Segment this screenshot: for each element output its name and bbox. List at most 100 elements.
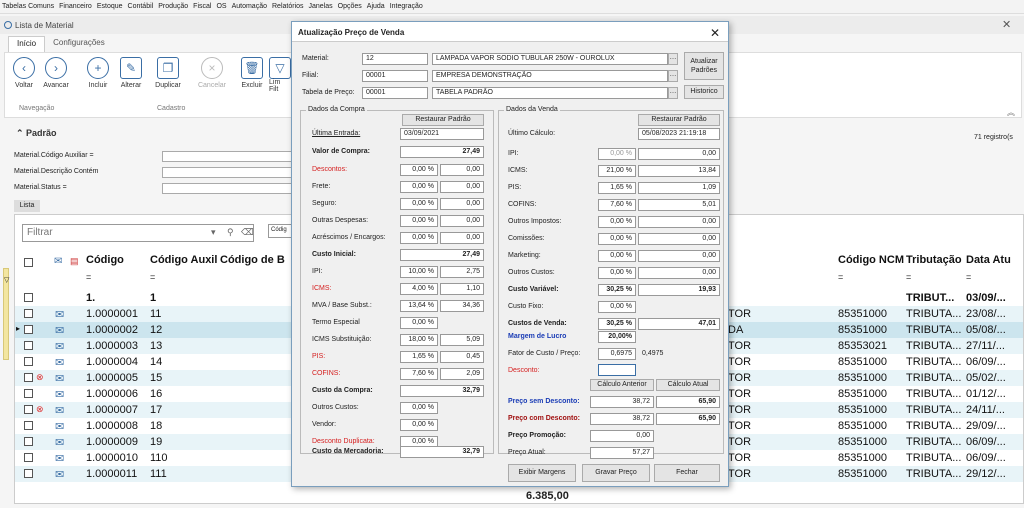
outras-despesas-value-input[interactable]: 0,00 <box>440 215 484 227</box>
icms-compra-pct-input[interactable]: 4,00 % <box>400 283 438 295</box>
comissoes-pct-input[interactable]: 0,00 % <box>598 233 636 245</box>
filter-input-status[interactable] <box>162 183 292 194</box>
filter-row-cell[interactable]: = <box>86 272 91 282</box>
mva-value-input[interactable]: 34,36 <box>440 300 484 312</box>
marketing-pct-input[interactable]: 0,00 % <box>598 250 636 262</box>
row-checkbox[interactable] <box>24 325 33 334</box>
icms-compra-value-input[interactable]: 1,10 <box>440 283 484 295</box>
outras-despesas-pct-input[interactable]: 0,00 % <box>400 215 438 227</box>
close-icon[interactable]: ✕ <box>710 26 720 40</box>
row-checkbox[interactable] <box>24 421 33 430</box>
menu-item[interactable]: Fiscal <box>193 3 211 10</box>
row-checkbox[interactable] <box>24 293 33 302</box>
clear-filter-icon[interactable]: ⌫ <box>241 227 254 238</box>
icms-st-pct-input[interactable]: 18,00 % <box>400 334 438 346</box>
valor-compra-input[interactable]: 27,49 <box>400 146 484 158</box>
row-checkbox[interactable] <box>24 309 33 318</box>
menu-item[interactable]: Estoque <box>97 3 123 10</box>
window-close-button[interactable]: ✕ <box>1002 18 1011 31</box>
preco-sem-desconto-atual[interactable]: 65,90 <box>656 396 720 408</box>
lookup-tabela-button[interactable]: … <box>668 87 678 99</box>
excluir-button[interactable]: 🗑 Excluir <box>235 57 269 89</box>
exibir-margens-button[interactable]: Exibir Margens <box>508 464 576 482</box>
acrescimos-value-input[interactable]: 0,00 <box>440 232 484 244</box>
alterar-button[interactable]: ✎ Alterar <box>114 57 148 89</box>
row-checkbox[interactable] <box>24 357 33 366</box>
column-header-ncm[interactable]: Código NCM <box>838 254 904 266</box>
tabela-code-input[interactable]: 00001 <box>362 87 428 99</box>
menu-item[interactable]: Produção <box>158 3 188 10</box>
atualizar-padroes-button[interactable]: Atualizar Padrões <box>684 52 724 80</box>
frete-pct-input[interactable]: 0,00 % <box>400 181 438 193</box>
mva-pct-input[interactable]: 13,64 % <box>400 300 438 312</box>
filter-row-cell[interactable]: = <box>150 272 155 282</box>
row-checkbox[interactable] <box>24 437 33 446</box>
margem-lucro-input[interactable]: 20,00% <box>598 331 636 343</box>
header-checkbox[interactable] <box>24 258 33 269</box>
row-checkbox[interactable] <box>24 469 33 478</box>
pis-venda-pct-input[interactable]: 1,65 % <box>598 182 636 194</box>
dropdown-icon[interactable]: ▾ <box>211 227 216 238</box>
filter-row-cell[interactable]: = <box>906 272 911 282</box>
menu-item[interactable]: Janelas <box>309 3 333 10</box>
pis-compra-pct-input[interactable]: 1,65 % <box>400 351 438 363</box>
column-header-tributacao[interactable]: Tributação <box>906 254 962 266</box>
menu-item[interactable]: Ajuda <box>367 3 385 10</box>
incluir-button[interactable]: + Incluir <box>81 57 115 89</box>
row-checkbox[interactable] <box>24 405 33 414</box>
column-header-codigo[interactable]: Código <box>86 254 124 266</box>
historico-button[interactable]: Historico <box>684 85 724 99</box>
filter-search-input[interactable]: Filtrar <box>22 224 254 242</box>
outros-impostos-pct-input[interactable]: 0,00 % <box>598 216 636 228</box>
ipi-compra-pct-input[interactable]: 10,00 % <box>400 266 438 278</box>
icms-venda-pct-input[interactable]: 21,00 % <box>598 165 636 177</box>
outros-custos-compra-pct-input[interactable]: 0,00 % <box>400 402 438 414</box>
row-checkbox[interactable] <box>24 341 33 350</box>
pis-compra-value-input[interactable]: 0,45 <box>440 351 484 363</box>
cofins-venda-pct-input[interactable]: 7,60 % <box>598 199 636 211</box>
descontos-value-input[interactable]: 0,00 <box>440 164 484 176</box>
icms-st-value-input[interactable]: 5,09 <box>440 334 484 346</box>
restaurar-padrao-compra-button[interactable]: Restaurar Padrão <box>402 114 484 126</box>
filter-input-codigo-auxiliar[interactable] <box>162 151 292 162</box>
avancar-button[interactable]: › Avancar <box>39 57 73 89</box>
menu-item[interactable]: Contábil <box>128 3 154 10</box>
tab-configuracoes[interactable]: Configurações <box>45 36 113 52</box>
menu-item[interactable]: Tabelas Comuns <box>2 3 54 10</box>
preco-com-desconto-atual[interactable]: 65,90 <box>656 413 720 425</box>
menu-item[interactable]: OS <box>216 3 226 10</box>
ipi-compra-value-input[interactable]: 2,75 <box>440 266 484 278</box>
descontos-pct-input[interactable]: 0,00 % <box>400 164 438 176</box>
filter-row-cell[interactable]: = <box>838 272 843 282</box>
desconto-venda-input[interactable] <box>598 364 636 376</box>
filter-input-descricao[interactable] <box>162 167 292 178</box>
restaurar-padrao-venda-button[interactable]: Restaurar Padrão <box>638 114 720 126</box>
fechar-button[interactable]: Fechar <box>654 464 720 482</box>
section-title[interactable]: ⌃ Padrão <box>16 128 57 139</box>
seguro-pct-input[interactable]: 0,00 % <box>400 198 438 210</box>
menu-item[interactable]: Integração <box>390 3 423 10</box>
filial-code-input[interactable]: 00001 <box>362 70 428 82</box>
seguro-value-input[interactable]: 0,00 <box>440 198 484 210</box>
tab-lista[interactable]: Lista <box>14 200 40 212</box>
cofins-compra-value-input[interactable]: 2,09 <box>440 368 484 380</box>
column-chip-codigo[interactable]: Códig <box>268 224 292 238</box>
vendor-pct-input[interactable]: 0,00 % <box>400 419 438 431</box>
row-checkbox[interactable] <box>24 389 33 398</box>
ultima-entrada-label[interactable]: Última Entrada: <box>312 130 360 137</box>
duplicar-button[interactable]: ❐ Duplicar <box>151 57 185 89</box>
menu-item[interactable]: Financeiro <box>59 3 92 10</box>
custo-fixo-pct-input[interactable]: 0,00 % <box>598 301 636 313</box>
termo-especial-pct-input[interactable]: 0,00 % <box>400 317 438 329</box>
outros-custos-venda-pct-input[interactable]: 0,00 % <box>598 267 636 279</box>
menu-item[interactable]: Relatórios <box>272 3 304 10</box>
lookup-material-button[interactable]: … <box>668 53 678 65</box>
cancelar-button[interactable]: × Cancelar <box>195 57 229 89</box>
column-header-codigo-barras[interactable]: Código de B <box>220 254 285 266</box>
tab-inicio[interactable]: Início <box>8 36 46 52</box>
gravar-preco-button[interactable]: Gravar Preço <box>582 464 650 482</box>
column-header-data[interactable]: Data Atu <box>966 254 1011 266</box>
preco-promocao-input[interactable]: 0,00 <box>590 430 654 442</box>
cofins-compra-pct-input[interactable]: 7,60 % <box>400 368 438 380</box>
frete-value-input[interactable]: 0,00 <box>440 181 484 193</box>
